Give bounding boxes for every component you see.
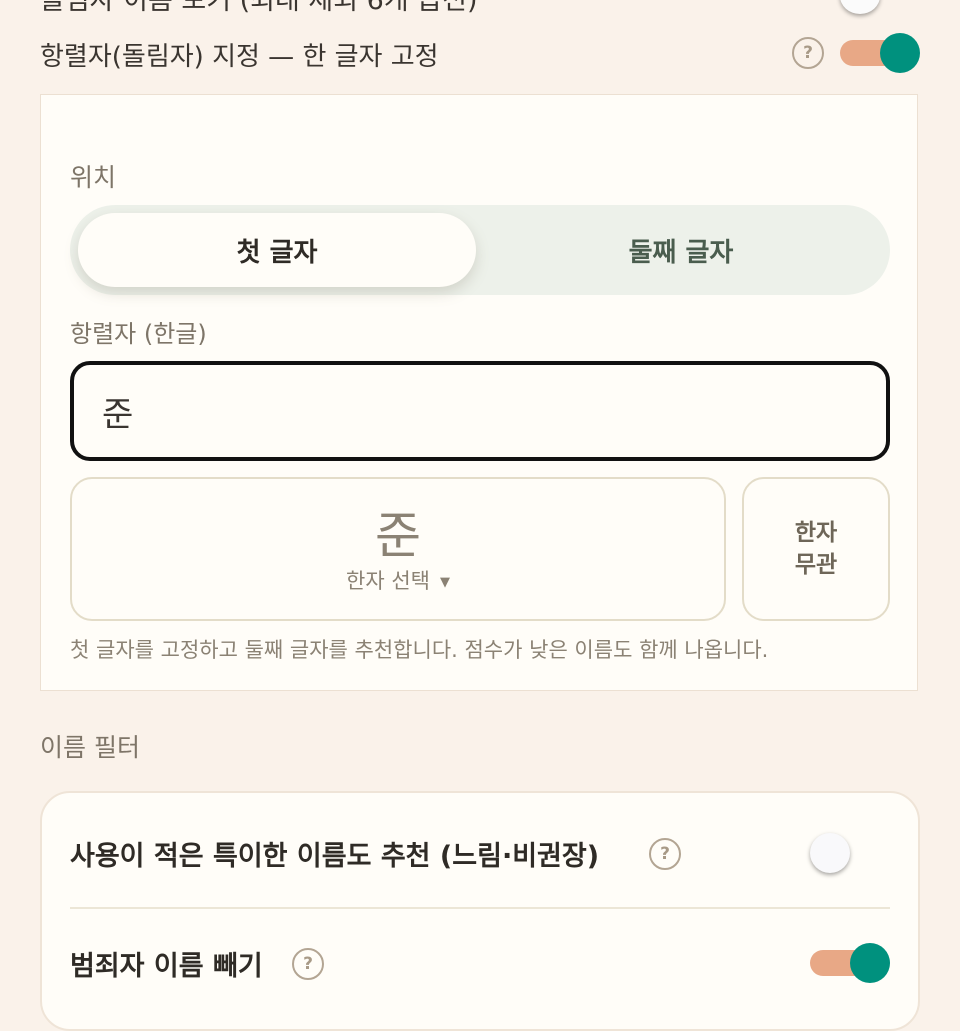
top-option-toggle[interactable]	[840, 0, 880, 14]
hangnyeol-help-icon[interactable]: ?	[792, 37, 824, 69]
dropdown-arrow-icon: ▼	[439, 575, 450, 590]
position-label: 위치	[70, 163, 117, 192]
top-option-label: 돌림자 이름 보기 (최대 제외 6개 옵션)	[40, 0, 478, 16]
hanja-char: 준	[375, 507, 421, 565]
filter-card	[40, 791, 920, 1031]
rare-names-toggle[interactable]	[810, 833, 850, 873]
filter-section-title: 이름 필터	[40, 733, 140, 762]
filter-divider	[70, 907, 890, 909]
hangnyeol-toggle-knob[interactable]	[880, 33, 920, 73]
rare-names-label: 사용이 적은 특이한 이름도 추천 (느림·비권장)	[70, 841, 600, 872]
no-hanja-line2: 무관	[794, 552, 838, 578]
hanja-select-text: 한자 선택	[346, 569, 430, 593]
exclude-criminal-help-icon[interactable]: ?	[292, 948, 324, 980]
position-hint: 첫 글자를 고정하고 둘째 글자를 추천합니다. 점수가 낮은 이름도 함께 나…	[70, 638, 769, 662]
hangnyeol-title: 항렬자(돌림자) 지정 — 한 글자 고정	[40, 42, 439, 72]
exclude-criminal-label: 범죄자 이름 빼기	[70, 951, 263, 982]
hangul-input[interactable]: 준	[70, 361, 890, 461]
hanja-select-label: 한자 선택 ▼	[70, 565, 726, 595]
hangul-label: 항렬자 (한글)	[70, 320, 207, 348]
no-hanja-button[interactable]: 한자무관	[742, 477, 890, 621]
position-option-first[interactable]: 첫 글자	[78, 213, 476, 287]
position-option-second[interactable]: 둘째 글자	[476, 213, 886, 287]
exclude-criminal-toggle-knob[interactable]	[850, 943, 890, 983]
rare-names-help-icon[interactable]: ?	[649, 838, 681, 870]
no-hanja-line1: 한자	[794, 520, 838, 546]
